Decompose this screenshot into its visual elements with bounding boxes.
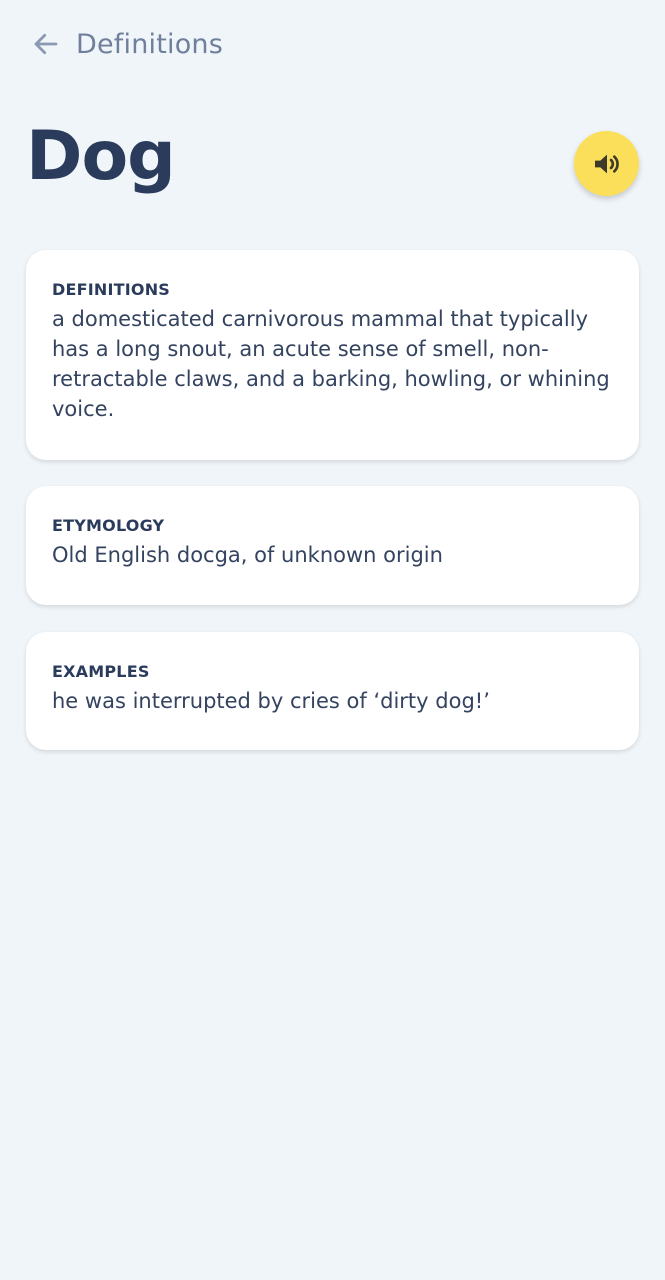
etymology-label: ETYMOLOGY bbox=[52, 516, 165, 535]
etymology-text: Old English docga, of unknown origin bbox=[52, 543, 443, 567]
examples-label: EXAMPLES bbox=[52, 662, 150, 681]
word-title: Dog bbox=[26, 117, 176, 196]
speaker-icon bbox=[594, 154, 619, 173]
top-app-bar: Definitions bbox=[28, 22, 223, 66]
arrow-left-icon bbox=[34, 33, 58, 55]
examples-text: he was interrupted by cries of ‘dirty do… bbox=[52, 689, 490, 713]
page-title: Definitions bbox=[76, 28, 224, 60]
pronounce-button[interactable] bbox=[574, 131, 639, 196]
back-button[interactable] bbox=[28, 26, 64, 62]
definitions-text: a domesticated carnivorous mammal that t… bbox=[52, 307, 610, 421]
examples-card: EXAMPLES he was interrupted by cries of … bbox=[26, 632, 639, 750]
definitions-label: DEFINITIONS bbox=[52, 280, 171, 299]
definitions-card: DEFINITIONS a domesticated carnivorous m… bbox=[26, 250, 639, 460]
etymology-card: ETYMOLOGY Old English docga, of unknown … bbox=[26, 486, 639, 605]
